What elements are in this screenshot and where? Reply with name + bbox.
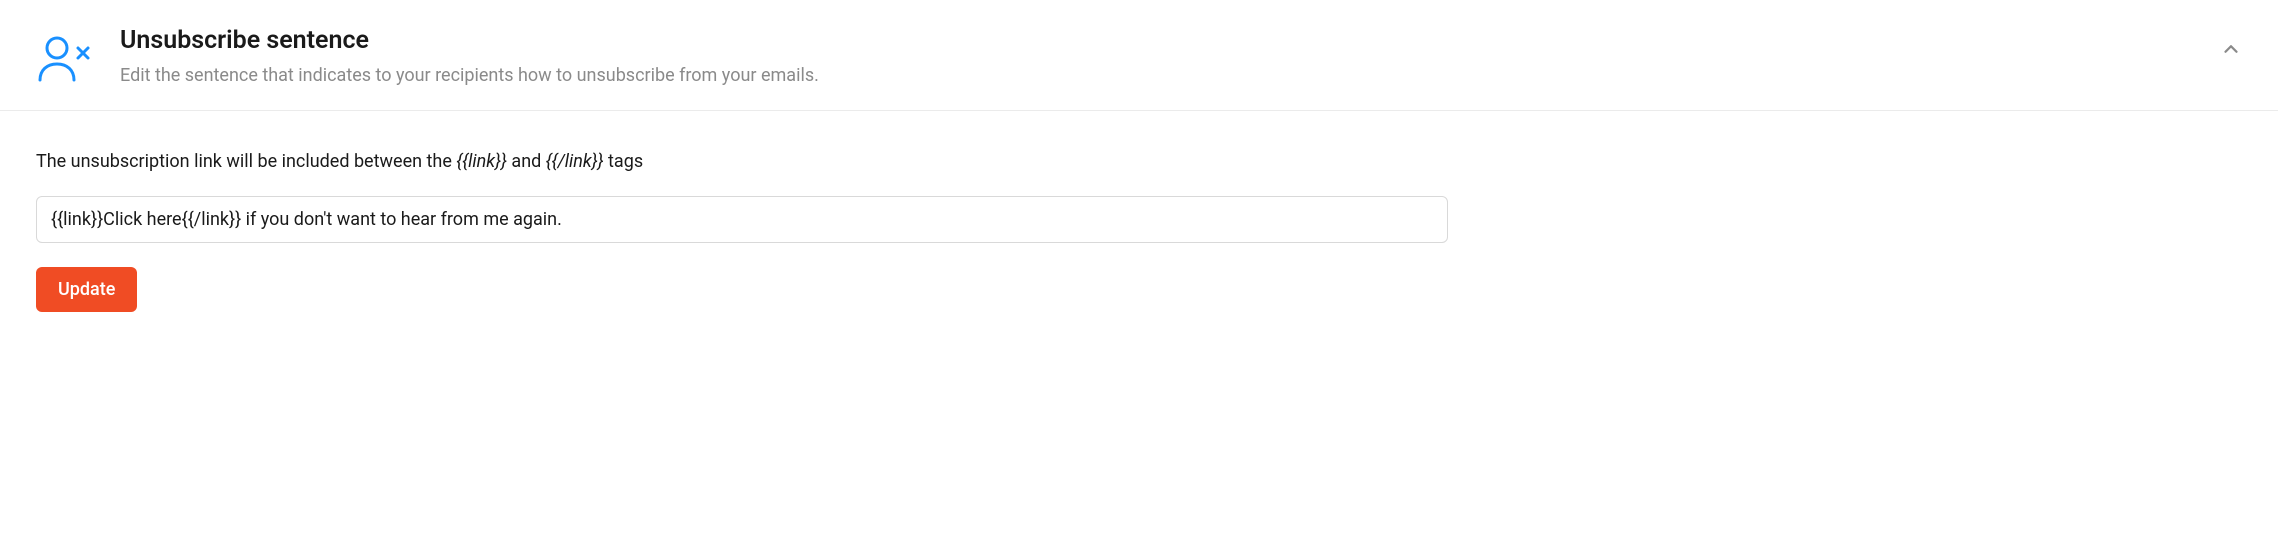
tag-open-hint: {{link}} [456,151,507,172]
help-prefix: The unsubscription link will be included… [36,151,456,172]
panel-subtitle: Edit the sentence that indicates to your… [120,65,2242,86]
help-middle: and [507,151,546,172]
panel-title-wrap: Unsubscribe sentence Edit the sentence t… [120,26,2242,86]
help-text: The unsubscription link will be included… [36,151,2242,172]
panel-body: The unsubscription link will be included… [0,111,2278,348]
panel-header[interactable]: Unsubscribe sentence Edit the sentence t… [0,0,2278,111]
tag-close-hint: {{/link}} [546,151,604,172]
unsubscribe-sentence-input[interactable] [36,196,1448,243]
unsubscribe-sentence-panel: Unsubscribe sentence Edit the sentence t… [0,0,2278,348]
collapse-chevron-icon[interactable] [2220,38,2242,64]
help-suffix: tags [604,151,644,172]
panel-title: Unsubscribe sentence [120,26,2242,55]
update-button[interactable]: Update [36,267,137,312]
user-remove-icon [36,36,92,86]
